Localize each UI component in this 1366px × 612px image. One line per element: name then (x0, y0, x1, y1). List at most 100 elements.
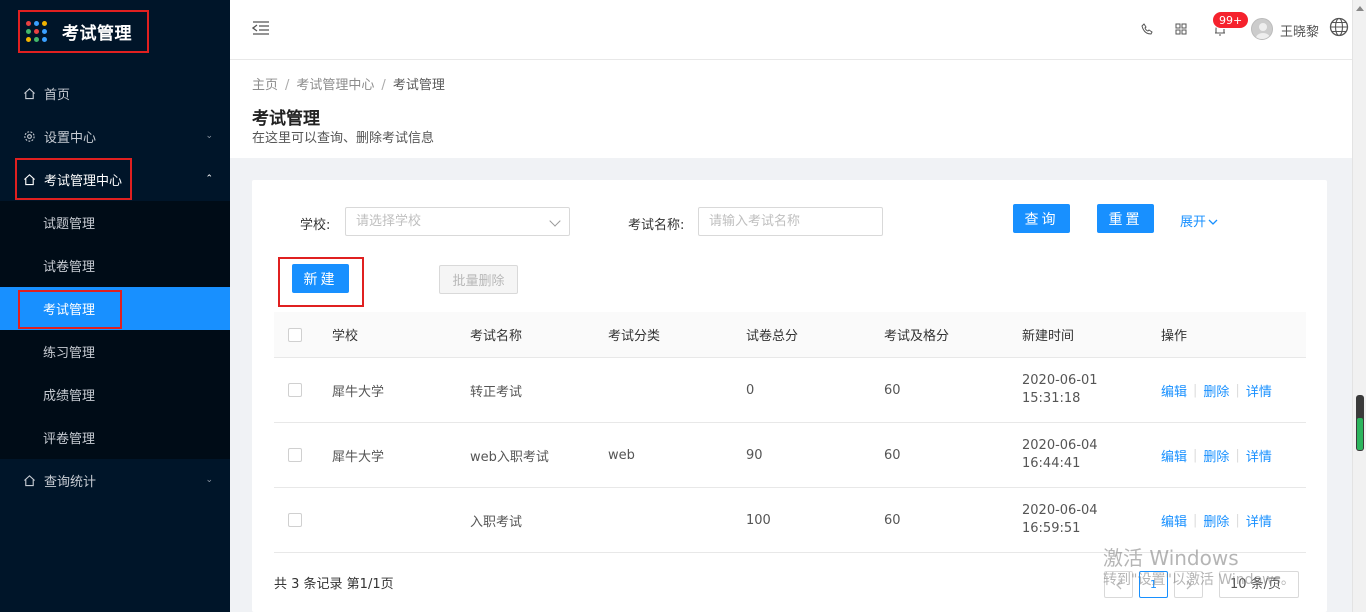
column-header-created-time[interactable]: 新建时间 (1022, 312, 1074, 357)
phone-icon[interactable] (1140, 22, 1154, 36)
school-select-placeholder: 请选择学校 (356, 214, 422, 229)
sidebar-item-label: 设置中心 (44, 131, 97, 146)
app-logo[interactable]: 考试管理 (18, 10, 149, 53)
sidebar-item-exam-center[interactable]: 考试管理中心 ⌃ (0, 158, 230, 201)
sidebar-item-label: 考试管理中心 (44, 174, 123, 189)
school-label: 学校: (300, 218, 331, 233)
table-row: 犀牛大学 转正考试 0 60 2020-06-01 15:31:18 编辑 | 删除… (274, 358, 1306, 423)
sidebar-item-label: 成绩管理 (43, 389, 96, 404)
chevron-down-icon: ⌄ (205, 131, 213, 141)
breadcrumb-current: 考试管理 (392, 78, 445, 93)
cell-pass-score: 60 (884, 512, 901, 528)
sidebar-item-label: 评卷管理 (43, 432, 96, 447)
chevron-down-icon: ⌄ (205, 475, 213, 485)
sidebar-item-home[interactable]: 首页 (0, 72, 230, 115)
expand-label: 展开 (1180, 215, 1207, 230)
reset-button[interactable]: 重置 (1097, 204, 1154, 233)
delete-link[interactable]: 删除 (1203, 381, 1229, 400)
row-checkbox[interactable] (288, 513, 302, 527)
sidebar-submenu: 试题管理 试卷管理 考试管理 练习管理 成绩管理 评卷管理 (0, 201, 230, 459)
cell-exam-name: 转正考试 (470, 384, 523, 400)
cell-created-time: 2020-06-04 16:59:51 (1022, 503, 1098, 536)
top-header: 99+ 王晓黎 (230, 0, 1352, 60)
cell-exam-name: web入职考试 (470, 449, 549, 465)
scroll-up-arrow-icon[interactable] (1356, 6, 1364, 11)
page-scrollbar[interactable] (1352, 0, 1366, 612)
grid-icon[interactable] (1174, 22, 1188, 36)
cell-pass-score: 60 (884, 382, 901, 398)
batch-delete-button[interactable]: 批量删除 (439, 265, 518, 294)
cell-total-score: 90 (746, 447, 763, 463)
exam-name-placeholder: 请输入考试名称 (709, 214, 801, 229)
windows-activation-hint: 转到"设置"以激活 Windows。 (1103, 572, 1295, 588)
column-header-pass-score[interactable]: 考试及格分 (884, 312, 949, 357)
select-all-checkbox[interactable] (288, 327, 302, 342)
home-icon (22, 87, 36, 101)
breadcrumb-home[interactable]: 主页 (252, 78, 278, 93)
home-icon (22, 474, 36, 488)
windows-activation-watermark: 激活 Windows (1103, 546, 1239, 570)
column-header-category[interactable]: 考试分类 (608, 312, 660, 357)
gear-icon (22, 130, 36, 144)
app-title: 考试管理 (62, 24, 132, 44)
page-header: 主页 / 考试管理中心 / 考试管理 考试管理 在这里可以查询、删除考试信息 (230, 60, 1352, 158)
edit-link[interactable]: 编辑 (1161, 446, 1187, 465)
sidebar-item-statistics[interactable]: 查询统计 ⌄ (0, 459, 230, 502)
chevron-down-icon (1208, 219, 1218, 225)
query-button[interactable]: 查询 (1013, 204, 1070, 233)
cell-pass-score: 60 (884, 447, 901, 463)
column-header-exam-name[interactable]: 考试名称 (470, 312, 522, 357)
sidebar: 考试管理 首页 设置中心 ⌄ 考试管理中心 ⌃ 试题管理 试卷管理 考试管理 练… (0, 0, 230, 612)
cell-total-score: 0 (746, 382, 755, 398)
home-icon (22, 173, 36, 187)
sidebar-item-questions[interactable]: 试题管理 (0, 201, 230, 244)
page-title: 考试管理 (252, 109, 320, 129)
pagination-summary: 共 3 条记录 第1/1页 (274, 577, 394, 592)
expand-link[interactable]: 展开 (1180, 211, 1218, 230)
breadcrumb: 主页 / 考试管理中心 / 考试管理 (252, 78, 445, 93)
sidebar-item-scores[interactable]: 成绩管理 (0, 373, 230, 416)
table-header: 学校 考试名称 考试分类 试卷总分 考试及格分 新建时间 操作 (274, 312, 1306, 358)
school-select[interactable]: 请选择学校 (345, 207, 570, 236)
sidebar-item-grading[interactable]: 评卷管理 (0, 416, 230, 459)
detail-link[interactable]: 详情 (1246, 381, 1272, 400)
row-checkbox[interactable] (288, 383, 302, 397)
exam-name-label: 考试名称: (628, 218, 685, 233)
delete-link[interactable]: 删除 (1203, 446, 1229, 465)
detail-link[interactable]: 详情 (1246, 446, 1272, 465)
chevron-down-icon (549, 215, 561, 227)
username[interactable]: 王晓黎 (1280, 21, 1319, 40)
sidebar-item-practice[interactable]: 练习管理 (0, 330, 230, 373)
avatar[interactable] (1251, 18, 1273, 40)
cell-category: web (608, 447, 635, 463)
sidebar-item-label: 练习管理 (43, 346, 96, 361)
sidebar-item-label: 首页 (44, 88, 71, 103)
detail-link[interactable]: 详情 (1246, 511, 1272, 530)
menu-fold-icon[interactable] (251, 20, 270, 36)
row-checkbox[interactable] (288, 448, 302, 462)
delete-link[interactable]: 删除 (1203, 511, 1229, 530)
cell-exam-name: 入职考试 (470, 514, 523, 530)
sidebar-item-label: 考试管理 (43, 303, 96, 318)
cell-total-score: 100 (746, 512, 771, 528)
sidebar-item-settings[interactable]: 设置中心 ⌄ (0, 115, 230, 158)
column-header-school[interactable]: 学校 (332, 312, 358, 357)
globe-icon[interactable] (1329, 17, 1349, 37)
edit-link[interactable]: 编辑 (1161, 511, 1187, 530)
breadcrumb-exam-center[interactable]: 考试管理中心 (296, 78, 374, 93)
page-description: 在这里可以查询、删除考试信息 (252, 131, 435, 146)
sidebar-item-papers[interactable]: 试卷管理 (0, 244, 230, 287)
edit-link[interactable]: 编辑 (1161, 381, 1187, 400)
cell-created-time: 2020-06-01 15:31:18 (1022, 373, 1098, 406)
new-button[interactable]: 新建 (292, 264, 349, 293)
notification-badge: 99+ (1212, 11, 1250, 29)
apps-grid-icon (26, 20, 48, 43)
scrollbar-thumb-indicator (1357, 418, 1363, 450)
sidebar-nav: 首页 设置中心 ⌄ 考试管理中心 ⌃ 试题管理 试卷管理 考试管理 练习管理 成… (0, 72, 230, 502)
sidebar-item-label: 查询统计 (44, 475, 97, 490)
column-header-total-score[interactable]: 试卷总分 (746, 312, 798, 357)
cell-school: 犀牛大学 (332, 384, 385, 400)
cell-school: 犀牛大学 (332, 449, 385, 465)
sidebar-item-exams[interactable]: 考试管理 (0, 287, 230, 330)
exam-name-input[interactable]: 请输入考试名称 (698, 207, 883, 236)
